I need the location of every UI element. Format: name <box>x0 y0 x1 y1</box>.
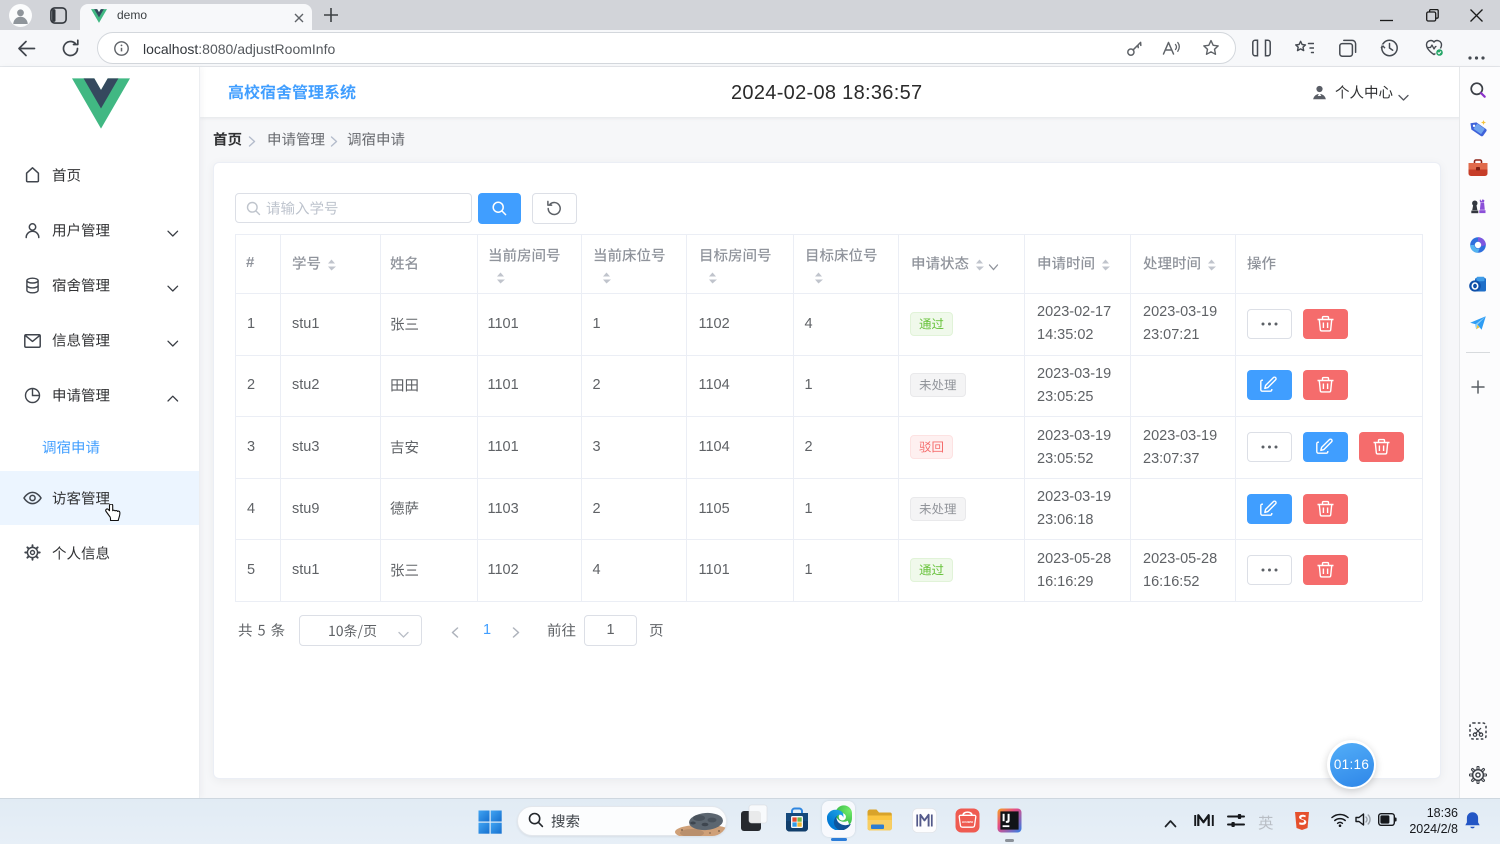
svg-text:HUAWEI: HUAWEI <box>962 820 973 824</box>
